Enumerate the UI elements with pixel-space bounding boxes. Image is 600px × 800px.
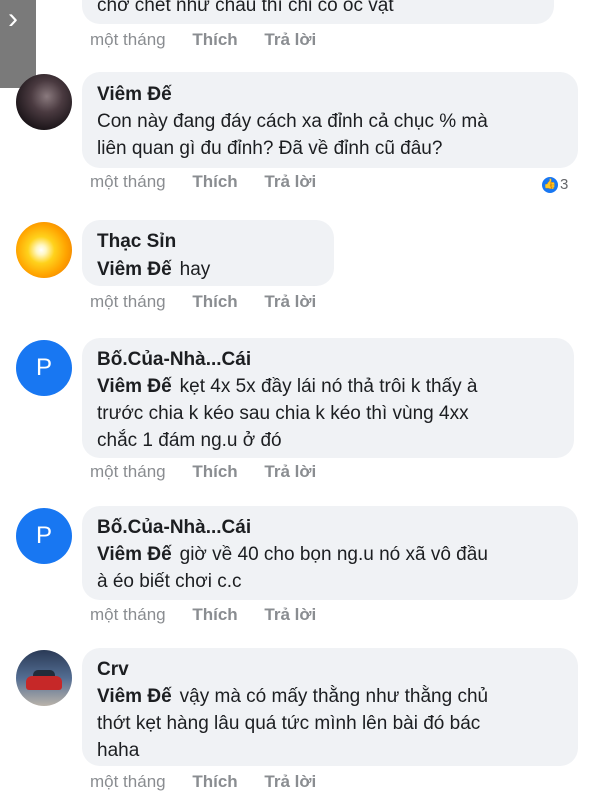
avatar[interactable]: P (16, 340, 72, 396)
comment-time: một tháng (90, 292, 166, 311)
reply-button[interactable]: Trả lời (264, 462, 316, 482)
comment-text: Viêm Đế giờ về 40 cho bọn ng.u nó xã vô đ… (97, 541, 488, 568)
comment-actions: một tháng Thích Trả lời (90, 292, 338, 312)
like-button[interactable]: Thích (192, 172, 237, 192)
comment-time: một tháng (90, 462, 166, 481)
comment-text: Viêm Đế kẹt 4x 5x đầy lái nó thả trôi k t… (97, 373, 477, 400)
comment-author[interactable]: Crv (97, 657, 129, 683)
comment-author[interactable]: Bố.Của-Nhà...Cái (97, 515, 251, 541)
comment-actions: một tháng Thích Trả lời (90, 605, 338, 625)
comment-text-body: kẹt 4x 5x đầy lái nó thả trôi k thấy à (179, 376, 478, 397)
comment-actions: một tháng Thích Trả lời (90, 462, 338, 482)
mention-link[interactable]: Viêm Đế (97, 259, 172, 280)
avatar[interactable] (16, 74, 72, 130)
comment-actions: một tháng Thích Trả lời (90, 172, 338, 192)
mention-link[interactable]: Viêm Đế (97, 544, 172, 565)
reply-button[interactable]: Trả lời (264, 30, 316, 50)
reply-button[interactable]: Trả lời (264, 605, 316, 625)
chevron-right-icon: › (8, 2, 18, 35)
comment-text: haha (97, 740, 140, 761)
comment-text-body: hay (179, 259, 211, 280)
comment-text: chắc 1 đám ng.u ở đó (97, 430, 282, 451)
reply-button[interactable]: Trả lời (264, 172, 316, 192)
comment-text: thớt kẹt hàng lâu quá tức mình lên bài đ… (97, 713, 481, 734)
like-button[interactable]: Thích (192, 605, 237, 625)
mention-link[interactable]: Viêm Đế (97, 686, 172, 707)
comment-author[interactable]: Bố.Của-Nhà...Cái (97, 347, 251, 373)
reaction-count[interactable]: 👍 3 (542, 176, 569, 194)
comment-author[interactable]: Thạc Sỉn (97, 229, 176, 255)
comment-text-body: vậy mà có mấy thằng như thằng chủ (179, 686, 489, 707)
mention-link[interactable]: Viêm Đế (97, 376, 172, 397)
comment-author[interactable]: Viêm Đế (97, 82, 172, 108)
like-button[interactable]: Thích (192, 462, 237, 482)
comment-text: Con này đang đáy cách xa đỉnh cả chục % … (97, 111, 488, 132)
like-button[interactable]: Thích (192, 30, 237, 50)
reaction-count-number: 3 (560, 176, 569, 193)
comment-text: à éo biết chơi c.c (97, 571, 242, 592)
like-button[interactable]: Thích (192, 292, 237, 312)
comment-text-body: giờ về 40 cho bọn ng.u nó xã vô đầu (179, 544, 488, 565)
comment-text: Viêm Đế hay (97, 256, 210, 283)
comment-time: một tháng (90, 30, 166, 49)
comment-actions: một tháng Thích Trả lời (90, 30, 338, 50)
comment-text: trước chia k kéo sau chia k kéo thì vùng… (97, 403, 469, 424)
reply-button[interactable]: Trả lời (264, 292, 316, 312)
avatar-letter: P (35, 354, 52, 381)
comment-text: Viêm Đế vậy mà có mấy thằng như thằng chủ (97, 683, 488, 710)
comment-actions: một tháng Thích Trả lời (90, 772, 338, 792)
reply-button[interactable]: Trả lời (264, 772, 316, 792)
comment-text: liên quan gì đu đỉnh? Đã về đỉnh cũ đâu? (97, 138, 443, 159)
avatar-letter: P (35, 522, 52, 549)
comment-time: một tháng (90, 605, 166, 624)
like-icon: 👍 (542, 177, 558, 194)
back-tab[interactable]: › (0, 0, 36, 88)
comment-time: một tháng (90, 172, 166, 191)
car-body (26, 676, 62, 690)
avatar[interactable]: P (16, 508, 72, 564)
like-button[interactable]: Thích (192, 772, 237, 792)
avatar[interactable] (16, 222, 72, 278)
avatar[interactable] (16, 650, 72, 706)
comment-time: một tháng (90, 772, 166, 791)
comment-text: chờ chết như cháu thì chỉ có ốc vặt (97, 0, 394, 16)
